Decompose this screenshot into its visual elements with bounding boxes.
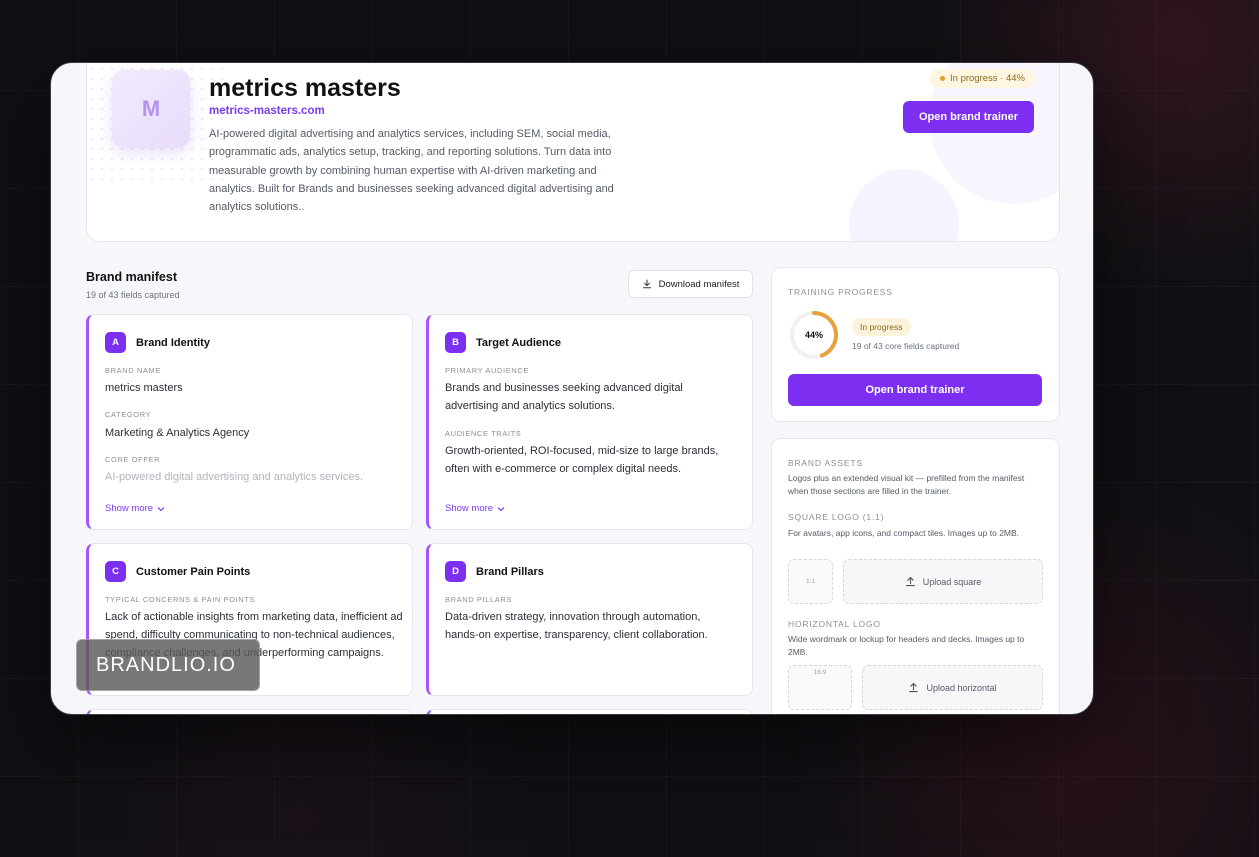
brand-title: metrics masters [209, 74, 401, 102]
field-label: CORE OFFER [105, 455, 161, 464]
card-title: Brand Identity [136, 336, 210, 349]
card-title: Customer Pain Points [136, 565, 251, 578]
training-fields-captured: 19 of 43 core fields captured [852, 341, 960, 351]
section-letter-badge: D [445, 561, 466, 582]
chevron-down-icon [157, 506, 165, 511]
horizontal-logo-preview: 16:9 [788, 665, 852, 710]
manifest-card-partial [86, 709, 413, 714]
brand-assets-panel: BRAND ASSETS Logos plus an extended visu… [771, 438, 1060, 714]
open-brand-trainer-button-secondary[interactable]: Open brand trainer [788, 374, 1042, 406]
show-more-button[interactable]: Show more [105, 503, 165, 514]
field-value: AI-powered digital advertising and analy… [105, 471, 364, 483]
status-badge-label: In progress · 44% [950, 73, 1025, 84]
chevron-down-icon [497, 506, 505, 511]
brand-hero-card: M metrics masters metrics-masters.com AI… [86, 63, 1060, 242]
download-manifest-label: Download manifest [658, 278, 740, 290]
download-icon [642, 279, 651, 289]
section-letter-badge: B [445, 332, 466, 353]
brand-logo-placeholder: M [112, 70, 190, 148]
field-label: BRAND NAME [105, 366, 162, 375]
manifest-card-brand-identity: A Brand Identity BRAND NAME metrics mast… [86, 314, 413, 530]
upload-icon [909, 682, 919, 693]
brandlio-watermark: BRANDLIO.IO [76, 639, 260, 691]
field-value: metrics masters [105, 382, 183, 394]
field-value: Marketing & Analytics Agency [105, 427, 250, 439]
upload-icon [905, 576, 915, 587]
section-letter-badge: C [105, 561, 126, 582]
square-logo-preview: 1:1 [788, 559, 833, 604]
field-label: PRIMARY AUDIENCE [445, 366, 529, 375]
progress-percent: 44% [804, 330, 823, 340]
training-progress-label: TRAINING PROGRESS [788, 287, 893, 297]
manifest-header: Brand manifest 19 of 43 fields captured [86, 270, 180, 300]
status-badge: In progress · 44% [930, 69, 1035, 88]
manifest-title: Brand manifest [86, 270, 177, 284]
horizontal-logo-description: Wide wordmark or lockup for headers and … [788, 634, 1025, 657]
upload-horizontal-label: Upload horizontal [926, 682, 997, 693]
open-brand-trainer-button[interactable]: Open brand trainer [903, 101, 1034, 133]
status-dot-icon [940, 76, 946, 81]
brand-assets-label: BRAND ASSETS [788, 458, 863, 468]
show-more-label: Show more [445, 503, 494, 514]
show-more-button[interactable]: Show more [445, 503, 505, 514]
manifest-card-partial [426, 709, 753, 714]
brand-url-link[interactable]: metrics-masters.com [209, 105, 325, 117]
field-label: BRAND PILLARS [445, 595, 512, 604]
show-more-label: Show more [105, 503, 154, 514]
upload-square-label: Upload square [922, 576, 982, 587]
section-letter-badge: A [105, 332, 126, 353]
manifest-card-brand-pillars: D Brand Pillars BRAND PILLARS Data-drive… [426, 543, 753, 696]
upload-horizontal-button[interactable]: Upload horizontal [862, 665, 1043, 710]
field-value: Brands and businesses seeking advanced d… [445, 382, 683, 412]
decor-circle [849, 169, 959, 241]
horizontal-logo-label: HORIZONTAL LOGO [788, 619, 881, 629]
training-progress-panel: TRAINING PROGRESS 44% In progress 19 of … [771, 267, 1060, 422]
app-window: M metrics masters metrics-masters.com AI… [50, 62, 1094, 715]
field-value: Growth-oriented, ROI-focused, mid-size t… [445, 445, 719, 475]
field-label: CATEGORY [105, 410, 152, 419]
field-label: TYPICAL CONCERNS & PAIN POINTS [105, 595, 256, 604]
manifest-subtitle: 19 of 43 fields captured [86, 290, 180, 300]
square-logo-label: SQUARE LOGO (1:1) [788, 512, 885, 522]
brand-description: AI-powered digital advertising and analy… [209, 128, 614, 214]
square-logo-description: For avatars, app icons, and compact tile… [788, 528, 1020, 538]
manifest-card-target-audience: B Target Audience PRIMARY AUDIENCE Brand… [426, 314, 753, 530]
field-value: Data-driven strategy, innovation through… [445, 611, 708, 641]
card-title: Brand Pillars [476, 565, 544, 578]
card-title: Target Audience [476, 336, 561, 349]
training-status-badge: In progress [852, 318, 911, 336]
brand-assets-description: Logos plus an extended visual kit — pref… [788, 473, 1025, 496]
upload-square-button[interactable]: Upload square [843, 559, 1043, 604]
download-manifest-button[interactable]: Download manifest [628, 270, 753, 298]
field-label: AUDIENCE TRAITS [445, 429, 522, 438]
